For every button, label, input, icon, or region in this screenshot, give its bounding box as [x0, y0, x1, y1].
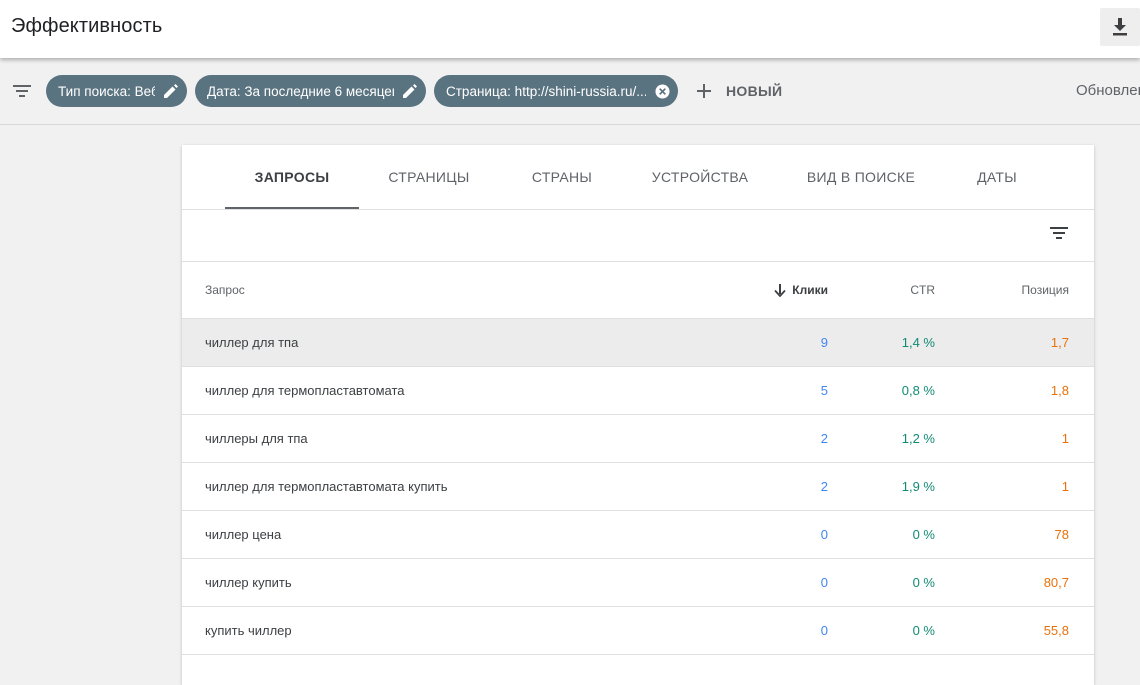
sort-arrow-down-icon: [774, 283, 786, 297]
filter-chip-date[interactable]: Дата: За последние 6 месяцев: [195, 75, 426, 107]
edit-icon[interactable]: [402, 83, 418, 99]
clicks-cell: 2: [820, 431, 828, 446]
close-circle-icon[interactable]: [654, 83, 670, 99]
filter-chip-page[interactable]: Страница: http://shini-russia.ru/...: [434, 75, 678, 107]
filter-chip-label: Дата: За последние 6 месяцев: [207, 83, 394, 99]
ctr-cell: 0 %: [912, 575, 935, 590]
clicks-cell: 5: [820, 383, 828, 398]
table-row[interactable]: чиллеры для тпа 2 1,2 % 1: [182, 415, 1094, 463]
plus-icon: [694, 81, 714, 101]
query-cell: чиллер для тпа: [205, 335, 299, 350]
filter-chip-label: Тип поиска: Веб: [58, 83, 155, 99]
clicks-cell: 0: [820, 575, 828, 590]
table-toolbar: [182, 210, 1094, 262]
add-filter-button[interactable]: НОВЫЙ: [694, 81, 782, 101]
clicks-cell: 0: [820, 623, 828, 638]
results-card: ЗАПРОСЫ СТРАНИЦЫ СТРАНЫ УСТРОЙСТВА ВИД В…: [182, 145, 1094, 685]
download-button[interactable]: [1100, 8, 1140, 46]
ctr-cell: 1,9 %: [901, 479, 935, 494]
column-header-ctr[interactable]: CTR: [910, 262, 935, 318]
active-tab-indicator: [225, 207, 359, 209]
query-cell: чиллер купить: [205, 575, 292, 590]
tab-devices[interactable]: УСТРОЙСТВА: [646, 145, 754, 209]
download-icon: [1112, 18, 1128, 36]
table-row[interactable]: чиллер купить 0 0 % 80,7: [182, 559, 1094, 607]
filter-bar: Тип поиска: Веб Дата: За последние 6 мес…: [0, 58, 1140, 125]
table-row[interactable]: купить чиллер 0 0 % 55,8: [182, 607, 1094, 655]
ctr-cell: 0,8 %: [901, 383, 935, 398]
last-updated-text: Обновлен: [1076, 82, 1140, 99]
position-cell: 1,8: [1050, 383, 1069, 398]
clicks-cell: 0: [820, 527, 828, 542]
position-cell: 1: [1061, 431, 1069, 446]
column-header-clicks[interactable]: Клики: [774, 262, 828, 318]
ctr-cell: 1,4 %: [901, 335, 935, 350]
query-cell: чиллер для термопластавтомата купить: [205, 479, 448, 494]
table-filter-icon[interactable]: [1049, 225, 1069, 241]
add-filter-label: НОВЫЙ: [726, 83, 783, 99]
app-header: Эффективность: [0, 0, 1140, 58]
position-cell: 1: [1061, 479, 1069, 494]
query-cell: купить чиллер: [205, 623, 292, 638]
tab-pages[interactable]: СТРАНИЦЫ: [380, 145, 478, 209]
ctr-cell: 0 %: [912, 623, 935, 638]
tab-search-appearance[interactable]: ВИД В ПОИСКЕ: [798, 145, 924, 209]
edit-icon[interactable]: [163, 83, 179, 99]
position-cell: 80,7: [1043, 575, 1069, 590]
ctr-cell: 1,2 %: [901, 431, 935, 446]
filter-chip-search-type[interactable]: Тип поиска: Веб: [46, 75, 187, 107]
tab-queries[interactable]: ЗАПРОСЫ: [225, 145, 359, 209]
filter-chip-label: Страница: http://shini-russia.ru/...: [446, 83, 646, 99]
query-cell: чиллер для термопластавтомата: [205, 383, 405, 398]
query-cell: чиллер цена: [205, 527, 282, 542]
tab-countries[interactable]: СТРАНЫ: [520, 145, 604, 209]
clicks-cell: 2: [820, 479, 828, 494]
column-header-query[interactable]: Запрос: [205, 262, 245, 318]
page-title: Эффективность: [11, 15, 163, 37]
tab-dates[interactable]: ДАТЫ: [968, 145, 1026, 209]
clicks-cell: 9: [820, 335, 828, 350]
query-cell: чиллеры для тпа: [205, 431, 308, 446]
table-header: Запрос Клики CTR Позиция: [182, 262, 1094, 319]
table-row[interactable]: чиллер для термопластавтомата 5 0,8 % 1,…: [182, 367, 1094, 415]
position-cell: 1,7: [1050, 335, 1069, 350]
position-cell: 55,8: [1043, 623, 1069, 638]
dimension-tabs: ЗАПРОСЫ СТРАНИЦЫ СТРАНЫ УСТРОЙСТВА ВИД В…: [182, 145, 1094, 210]
column-header-clicks-label: Клики: [792, 283, 828, 297]
table-row[interactable]: чиллер для термопластавтомата купить 2 1…: [182, 463, 1094, 511]
ctr-cell: 0 %: [912, 527, 935, 542]
filter-list-icon[interactable]: [12, 83, 32, 99]
table-row[interactable]: чиллер для тпа 9 1,4 % 1,7: [182, 319, 1094, 367]
table-row[interactable]: чиллер цена 0 0 % 78: [182, 511, 1094, 559]
column-header-position[interactable]: Позиция: [1022, 262, 1069, 318]
position-cell: 78: [1054, 527, 1069, 542]
